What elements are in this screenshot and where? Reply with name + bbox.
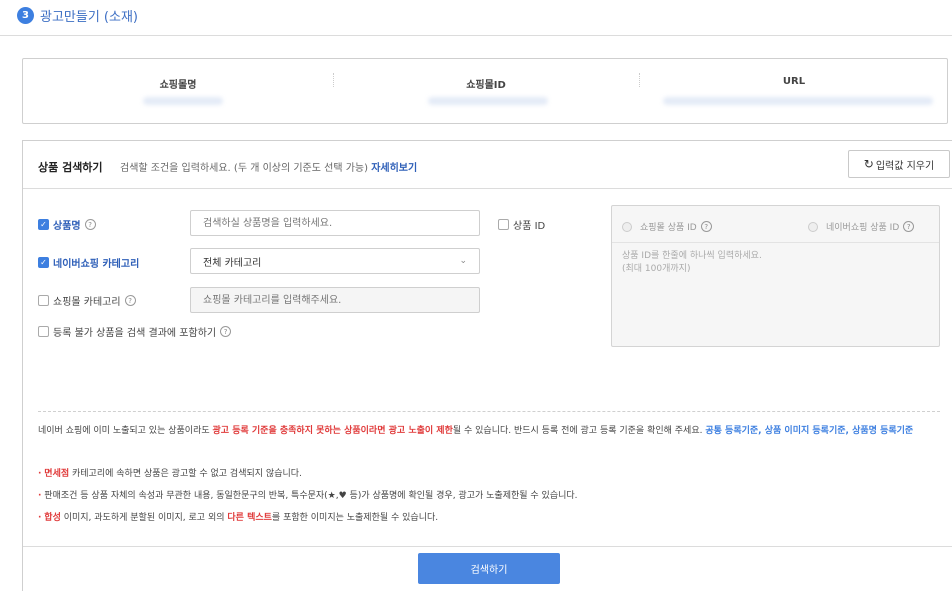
notice-highlight: 합성 bbox=[44, 513, 61, 523]
product-id-label: 상품 ID bbox=[513, 221, 546, 232]
product-id-placeholder-line1: 상품 ID를 한줄에 하나씩 입력하세요. bbox=[622, 251, 762, 261]
search-panel-description: 검색할 조건을 입력하세요. (두 개 이상의 기준도 선택 가능) 자세히보기 bbox=[120, 159, 417, 174]
notice-highlight: 면세점 bbox=[44, 469, 70, 479]
common-criteria-link[interactable]: 공통 등록기준 bbox=[705, 426, 758, 436]
bullet: · bbox=[38, 513, 42, 523]
notice-text: 를 포함한 이미지는 노출제한될 수 있습니다. bbox=[271, 513, 439, 523]
notice-text: 네이버 쇼핑에 이미 노출되고 있는 상품이라도 bbox=[38, 426, 213, 436]
notice-bullet-3: · 합성 이미지, 과도하게 분할된 이미지, 로고 외의 다른 텍스트를 포함… bbox=[38, 509, 943, 527]
notice-text: 될 수 있습니다. 반드시 등록 전에 광고 등록 기준을 확인해 주세요. bbox=[452, 426, 706, 436]
notice-highlight: 광고 등록 기준을 충족하지 못하는 상품이라면 광고 노출이 제한 bbox=[212, 426, 453, 436]
notice-bullet-1: · 면세점 카테고리에 속하면 상품은 광고할 수 없고 검색되지 않습니다. bbox=[38, 465, 943, 483]
notice-text: 카테고리에 속하면 상품은 광고할 수 없고 검색되지 않습니다. bbox=[69, 469, 302, 479]
help-icon[interactable]: ? bbox=[124, 295, 136, 306]
naver-category-option[interactable]: ✓ 네이버쇼핑 카테고리 bbox=[38, 255, 139, 270]
reset-inputs-button[interactable]: ↻ 입력값 지우기 bbox=[848, 150, 950, 178]
notice-divider bbox=[38, 411, 940, 412]
reset-inputs-label: 입력값 지우기 bbox=[875, 160, 935, 172]
header-divider bbox=[0, 35, 952, 36]
include-unregisterable-option[interactable]: 등록 불가 상품을 검색 결과에 포함하기 ? bbox=[38, 324, 232, 339]
step-number-badge: 3 bbox=[17, 7, 34, 24]
naver-product-id-radio-option[interactable]: 네이버쇼핑 상품 ID ? bbox=[808, 220, 915, 233]
product-name-checkbox[interactable]: ✓ bbox=[38, 219, 49, 230]
notice-highlight: 다른 텍스트 bbox=[227, 513, 272, 523]
naver-category-value: 전체 카테고리 bbox=[203, 257, 262, 269]
bullet: · bbox=[38, 469, 42, 479]
search-panel-header: 상품 검색하기 검색할 조건을 입력하세요. (두 개 이상의 기준도 선택 가… bbox=[23, 141, 952, 189]
include-unregisterable-checkbox[interactable] bbox=[38, 326, 49, 337]
detail-link[interactable]: 자세히보기 bbox=[371, 163, 417, 174]
search-button[interactable]: 검색하기 bbox=[418, 553, 560, 584]
help-icon[interactable]: ? bbox=[220, 326, 232, 337]
mall-product-id-label: 쇼핑몰 상품 ID bbox=[640, 223, 697, 233]
help-icon[interactable]: ? bbox=[903, 221, 915, 232]
naver-category-checkbox[interactable]: ✓ bbox=[38, 257, 49, 268]
radio-divider bbox=[612, 242, 939, 243]
product-search-panel: 상품 검색하기 검색할 조건을 입력하세요. (두 개 이상의 기준도 선택 가… bbox=[22, 140, 952, 591]
notice-bullet-2: · 판매조건 등 상품 자체의 속성과 무관한 내용, 동일한문구의 반복, 특… bbox=[38, 487, 943, 505]
shop-name-header: 쇼핑몰명 bbox=[159, 80, 197, 91]
product-name-input[interactable] bbox=[190, 210, 480, 236]
shop-info-card: 쇼핑몰명 쇼핑몰ID URL bbox=[22, 58, 948, 124]
notice-text: 이미지, 과도하게 분할된 이미지, 로고 외의 bbox=[60, 513, 228, 523]
product-id-placeholder-line2: (최대 100개까지) bbox=[622, 264, 691, 274]
search-panel-title: 상품 검색하기 bbox=[38, 161, 103, 174]
step-header: 3 광고만들기 (소재) bbox=[17, 6, 138, 25]
search-description-text: 검색할 조건을 입력하세요. (두 개 이상의 기준도 선택 가능) bbox=[120, 163, 369, 174]
product-name-option[interactable]: ✓ 상품명 ? bbox=[38, 217, 96, 232]
include-unregisterable-label: 등록 불가 상품을 검색 결과에 포함하기 bbox=[53, 328, 217, 339]
url-value-redacted bbox=[663, 97, 933, 105]
product-id-checkbox[interactable] bbox=[498, 219, 509, 230]
mall-product-id-radio-option[interactable]: 쇼핑몰 상품 ID ? bbox=[622, 220, 712, 233]
notice-text: 판매조건 등 상품 자체의 속성과 무관한 내용, 동일한문구의 반복, 특수문… bbox=[44, 491, 578, 501]
image-criteria-link[interactable]: 상품 이미지 등록기준 bbox=[765, 426, 846, 436]
step-title: 광고만들기 (소재) bbox=[40, 10, 138, 25]
shop-id-value-redacted bbox=[428, 97, 548, 105]
chevron-down-icon: ⌄ bbox=[459, 256, 467, 266]
mall-category-checkbox[interactable] bbox=[38, 295, 49, 306]
product-id-option[interactable]: 상품 ID bbox=[498, 217, 545, 232]
shop-name-value-redacted bbox=[143, 97, 223, 105]
mall-category-input[interactable] bbox=[190, 287, 480, 313]
help-icon[interactable]: ? bbox=[700, 221, 712, 232]
product-id-textarea[interactable]: 쇼핑몰 상품 ID ? 네이버쇼핑 상품 ID ? 상품 ID를 한줄에 하나씩… bbox=[611, 205, 940, 347]
notice-paragraph: 네이버 쇼핑에 이미 노출되고 있는 상품이라도 광고 등록 기준을 충족하지 … bbox=[38, 422, 943, 440]
url-header: URL bbox=[782, 76, 806, 87]
naver-category-label: 네이버쇼핑 카테고리 bbox=[53, 259, 140, 270]
product-id-placeholder: 상품 ID를 한줄에 하나씩 입력하세요. (최대 100개까지) bbox=[622, 250, 762, 276]
naver-product-id-label: 네이버쇼핑 상품 ID bbox=[826, 223, 900, 233]
product-name-label: 상품명 bbox=[53, 221, 81, 232]
naver-product-id-radio[interactable] bbox=[808, 221, 818, 232]
mall-category-option[interactable]: 쇼핑몰 카테고리 ? bbox=[38, 293, 136, 308]
footer-divider bbox=[23, 546, 952, 547]
mall-category-label: 쇼핑몰 카테고리 bbox=[53, 297, 121, 308]
refresh-icon: ↻ bbox=[863, 157, 874, 171]
naver-category-select[interactable]: 전체 카테고리 ⌄ bbox=[190, 248, 480, 274]
name-criteria-link[interactable]: 상품명 등록기준 bbox=[852, 426, 913, 436]
bullet: · bbox=[38, 491, 42, 501]
mall-product-id-radio[interactable] bbox=[622, 221, 632, 232]
shop-id-header: 쇼핑몰ID bbox=[466, 80, 506, 91]
help-icon[interactable]: ? bbox=[84, 219, 96, 230]
